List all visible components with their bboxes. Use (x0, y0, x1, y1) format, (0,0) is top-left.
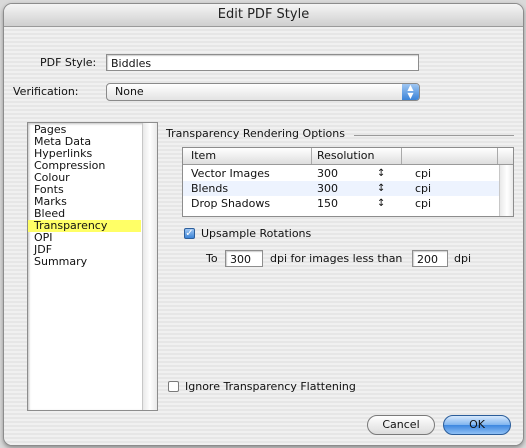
ignore-flattening-label: Ignore Transparency Flattening (185, 380, 356, 393)
ignore-flattening-checkbox[interactable] (168, 381, 179, 392)
group-divider (354, 135, 514, 136)
table-row[interactable]: Blends 300 ↕ cpi (183, 181, 499, 196)
to-label: To (206, 252, 218, 265)
table-row[interactable]: Vector Images 300 ↕ cpi (183, 166, 499, 181)
resolution-stepper-icon[interactable]: ↕ (377, 196, 385, 211)
row-resolution[interactable]: 150 (317, 196, 338, 211)
dialog-window: Edit PDF Style PDF Style: Biddles Verifi… (3, 3, 524, 446)
transparency-table: Item Resolution Vector Images 300 ↕ cpi Blen… (182, 147, 514, 217)
verification-label: Verification: (13, 85, 79, 98)
cancel-button[interactable]: Cancel (367, 415, 435, 435)
threshold-field[interactable]: 200 (412, 250, 448, 267)
table-header: Item Resolution (183, 148, 513, 165)
verification-value: None (115, 85, 144, 98)
row-resolution[interactable]: 300 (317, 166, 338, 181)
verification-popup[interactable]: None ▲ ▼ (106, 83, 420, 101)
row-unit: cpi (415, 197, 432, 210)
column-header-item[interactable]: Item (191, 148, 216, 164)
pdf-style-label: PDF Style: (40, 56, 97, 69)
transparency-group-label: Transparency Rendering Options (166, 127, 345, 140)
category-items: Pages Meta Data Hyperlinks Compression Colou… (28, 124, 141, 268)
row-item: Blends (191, 182, 229, 195)
category-list[interactable]: Pages Meta Data Hyperlinks Compression Colou… (27, 122, 158, 411)
row-unit: cpi (415, 182, 432, 195)
row-resolution[interactable]: 300 (317, 181, 338, 196)
category-list-scrollbar[interactable] (142, 123, 157, 410)
column-separator (401, 148, 402, 164)
row-item: Vector Images (191, 167, 270, 180)
row-item: Drop Shadows (191, 197, 271, 210)
resolution-stepper-icon[interactable]: ↕ (377, 181, 385, 196)
upsample-to-field[interactable]: 300 (225, 250, 263, 267)
column-separator (311, 148, 312, 164)
popup-arrows-icon: ▲ ▼ (402, 84, 419, 100)
table-row[interactable]: Drop Shadows 150 ↕ cpi (183, 196, 499, 211)
column-separator (497, 148, 498, 164)
dpi-threshold-label: dpi for images less than (270, 252, 403, 265)
resolution-stepper-icon[interactable]: ↕ (377, 166, 385, 181)
column-header-resolution[interactable]: Resolution (317, 148, 374, 164)
upsample-checkbox[interactable]: ✓ (184, 228, 195, 239)
upsample-label: Upsample Rotations (201, 227, 312, 240)
pdf-style-field[interactable]: Biddles (106, 54, 419, 71)
table-scrollbar[interactable] (499, 165, 513, 216)
ok-button[interactable]: OK (443, 415, 511, 435)
window-title: Edit PDF Style (4, 4, 523, 27)
dpi-unit-label: dpi (454, 252, 472, 265)
sidebar-item-summary[interactable]: Summary (28, 256, 141, 268)
row-unit: cpi (415, 167, 432, 180)
